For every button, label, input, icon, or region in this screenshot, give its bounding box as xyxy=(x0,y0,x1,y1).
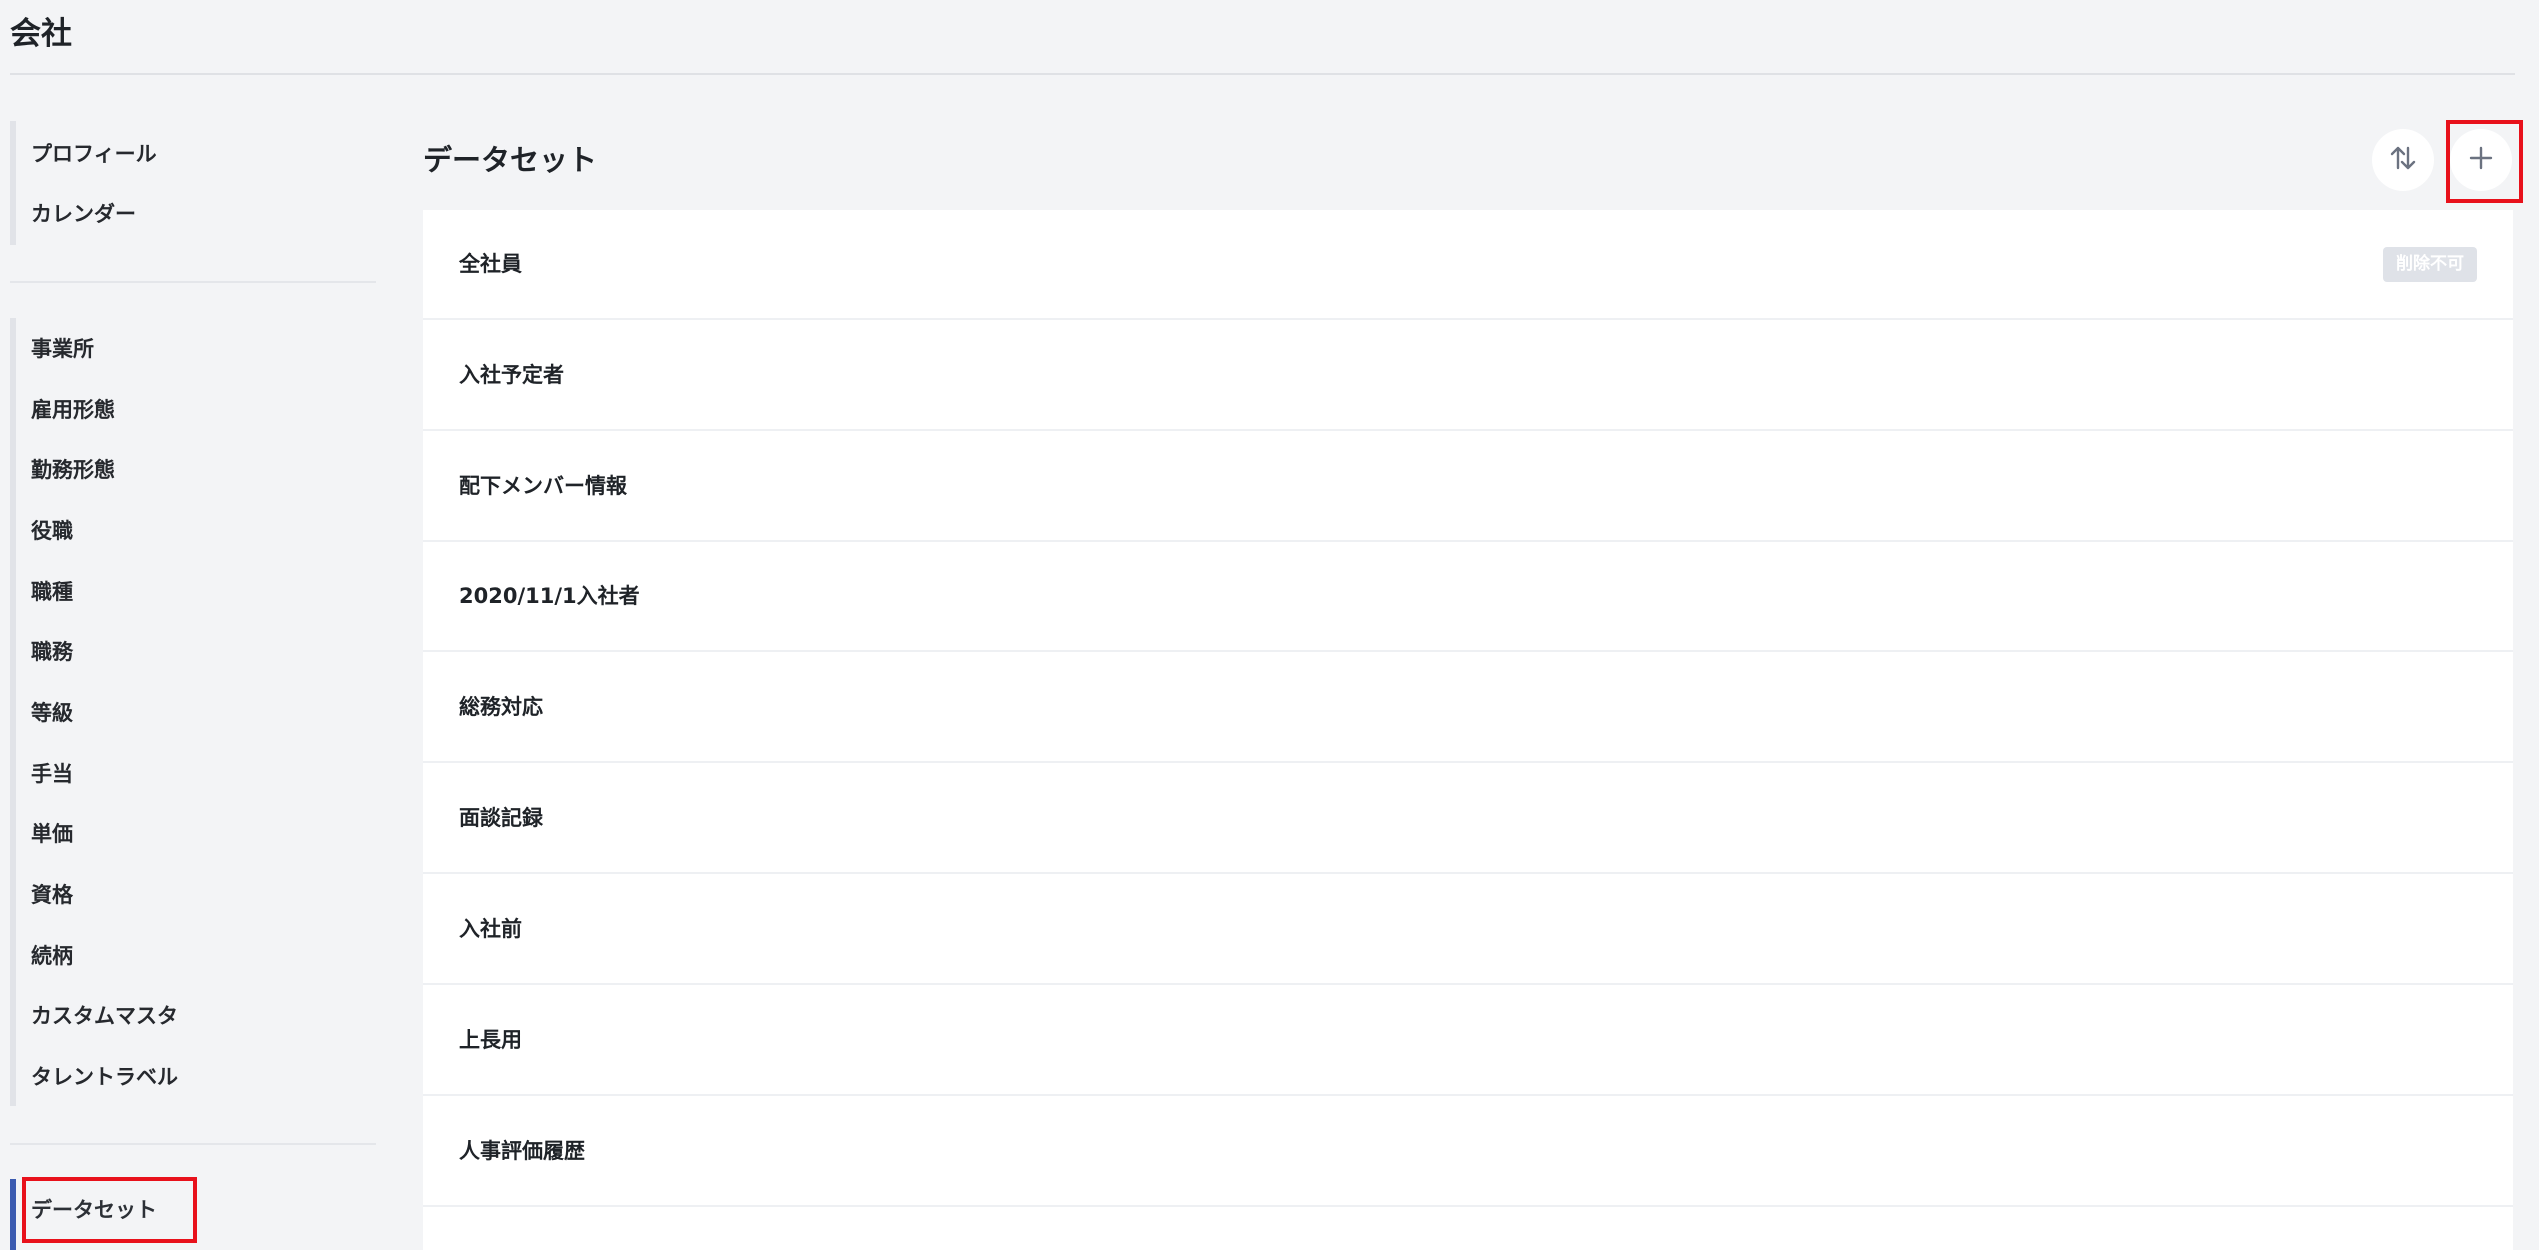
list-item[interactable]: 総務対応 xyxy=(423,653,2513,763)
list-item-label: 配下メンバー情報 xyxy=(459,474,627,498)
list-item[interactable]: 配下メンバー情報 xyxy=(423,432,2513,542)
sidebar-item-office[interactable]: 事業所 xyxy=(31,335,94,363)
undeletable-badge: 削除不可 xyxy=(2383,247,2477,282)
list-item-label: 面談記録 xyxy=(459,806,543,830)
section-title: データセット xyxy=(423,143,598,177)
list-item-label: 2020/11/1入社者 xyxy=(459,584,640,608)
page-title: 会社 xyxy=(10,16,72,52)
sidebar-item-qualification[interactable]: 資格 xyxy=(31,881,73,909)
sidebar-item-profile[interactable]: プロフィール xyxy=(31,140,157,168)
sort-arrows-icon xyxy=(2388,143,2418,177)
list-item[interactable]: 入社前 xyxy=(423,875,2513,985)
plus-icon xyxy=(2467,144,2495,176)
sidebar-item-relationship[interactable]: 続柄 xyxy=(31,942,73,970)
list-item-label: 入社予定者 xyxy=(459,363,564,387)
sidebar-item-work-style[interactable]: 勤務形態 xyxy=(31,456,115,484)
sidebar-item-employment-type[interactable]: 雇用形態 xyxy=(31,396,115,424)
sidebar-item-talent-label[interactable]: タレントラベル xyxy=(31,1063,178,1091)
header-divider xyxy=(10,73,2515,75)
sidebar-divider xyxy=(10,1143,376,1145)
sidebar-item-custom-master[interactable]: カスタムマスタ xyxy=(31,1002,178,1030)
sidebar-item-unit-price[interactable]: 単価 xyxy=(31,820,73,848)
list-item-label: 上長用 xyxy=(459,1028,522,1052)
list-item-label: 人事評価履歴 xyxy=(459,1139,585,1163)
dataset-list: 全社員 削除不可 入社予定者 配下メンバー情報 2020/11/1入社者 総務対… xyxy=(423,210,2513,1250)
sidebar-item-allowance[interactable]: 手当 xyxy=(31,760,73,788)
add-dataset-button[interactable] xyxy=(2450,129,2512,191)
list-item[interactable]: 全社員 削除不可 xyxy=(423,210,2513,320)
list-item[interactable]: 面談記録 xyxy=(423,764,2513,874)
list-item[interactable]: 上長用 xyxy=(423,986,2513,1096)
list-item-label: 入社前 xyxy=(459,917,522,941)
sidebar-item-position[interactable]: 役職 xyxy=(31,517,73,545)
list-item-label: 総務対応 xyxy=(459,695,543,719)
sidebar-item-grade[interactable]: 等級 xyxy=(31,699,73,727)
list-item[interactable]: 人事評価履歴 xyxy=(423,1097,2513,1207)
list-item[interactable]: 2020/11/1入社者 xyxy=(423,542,2513,652)
sidebar-divider xyxy=(10,281,376,283)
sidebar-item-duty[interactable]: 職務 xyxy=(31,638,73,666)
sort-button[interactable] xyxy=(2372,129,2434,191)
sidebar-item-dataset[interactable]: データセット xyxy=(31,1196,157,1224)
active-indicator xyxy=(10,1179,16,1250)
list-item-label: 全社員 xyxy=(459,252,522,276)
sidebar-item-calendar[interactable]: カレンダー xyxy=(31,200,136,228)
sidebar-item-job-type[interactable]: 職種 xyxy=(31,578,73,606)
list-item[interactable]: 入社予定者 xyxy=(423,321,2513,431)
